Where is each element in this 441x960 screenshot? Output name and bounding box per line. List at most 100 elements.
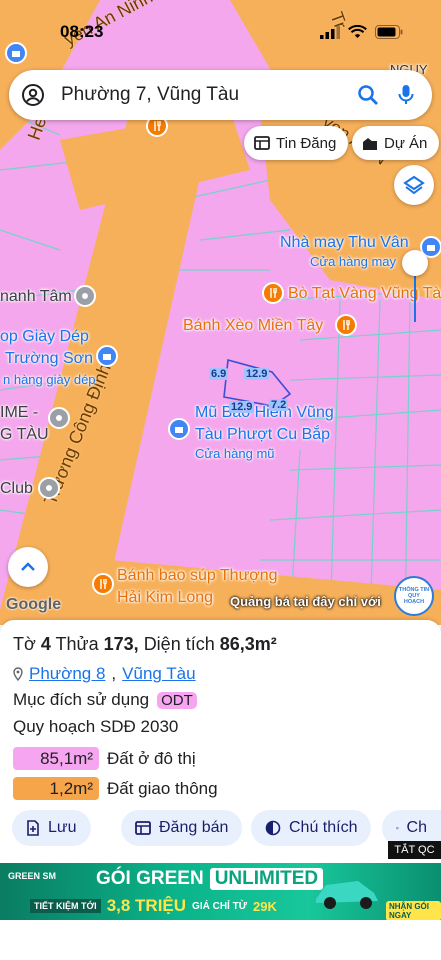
plan-row: Quy hoạch SDĐ 2030 — [13, 717, 178, 737]
ad-headline-b: UNLIMITED — [209, 868, 324, 890]
poi-label[interactable]: Bánh Xèo Miền Tây — [183, 316, 323, 336]
restaurant-pin-icon[interactable] — [92, 573, 114, 595]
location-pin-icon — [13, 667, 23, 681]
helmet-shop-pin-icon[interactable] — [168, 418, 190, 440]
ad-sub-c: GIÁ CHỈ TỪ — [192, 900, 248, 912]
planning-info-badge[interactable]: THÔNG TIN QUY HOẠCH — [394, 576, 434, 616]
place-pin-icon[interactable] — [74, 285, 96, 307]
tin-dang-label: Tin Đăng — [276, 134, 337, 152]
ad-logo: GREEN SM — [8, 871, 56, 881]
area-type-label: Đất ở đô thị — [107, 748, 196, 768]
area-row: 1,2m² Đất giao thông — [13, 777, 218, 800]
area-label: Diện tích — [143, 634, 215, 654]
place-pin-icon[interactable] — [38, 477, 60, 499]
layers-button[interactable] — [394, 165, 434, 205]
poi-label[interactable]: Trường Sơn — [5, 349, 93, 369]
du-an-label: Dự Án — [384, 134, 428, 152]
ad-sub-a: TIẾT KIỆM TỚI — [30, 899, 101, 913]
post-sale-button[interactable]: Đăng bán — [121, 810, 243, 846]
ad-brand: GREEN SM — [8, 871, 57, 881]
restaurant-pin-icon[interactable] — [335, 314, 357, 336]
to-value: 4 — [40, 634, 51, 654]
area-value: 86,3m² — [219, 634, 277, 654]
zoom-slider-knob[interactable] — [402, 250, 428, 276]
status-icons — [320, 25, 403, 39]
poi-label[interactable]: Nhà may Thu Vân — [280, 233, 409, 253]
poi-label[interactable]: G TÀU — [0, 425, 49, 445]
poi-label[interactable]: op Giày Dép — [0, 327, 89, 347]
car-image — [316, 881, 378, 909]
poi-label[interactable]: Bánh bao súp Thượng — [117, 566, 278, 586]
camera-icon — [396, 827, 399, 830]
expand-up-button[interactable] — [8, 547, 48, 587]
poi-sublabel: Cửa hàng mũ — [195, 446, 275, 461]
building-icon — [363, 137, 377, 150]
land-use-label: Mục đích sử dụng — [13, 690, 150, 709]
ad-sub-d: 29K — [253, 898, 277, 914]
city-link[interactable]: Vũng Tàu — [122, 664, 195, 684]
place-pin-icon[interactable] — [48, 407, 70, 429]
parcel-location: Phường 8, Vũng Tàu — [13, 664, 196, 684]
ad-subline: TIẾT KIỆM TỚI 3,8 TRIỆU GIÁ CHỈ TỪ 29K — [30, 896, 277, 916]
save-icon — [27, 820, 39, 836]
chevron-up-icon — [21, 562, 35, 571]
post-sale-label: Đăng bán — [159, 819, 229, 836]
status-bar: 08:23 — [0, 0, 441, 64]
ad-headline: GÓI GREEN UNLIMITED — [96, 868, 324, 890]
shoe-shop-pin-icon[interactable] — [96, 345, 118, 367]
poi-sublabel: Cửa hàng may — [310, 254, 397, 269]
search-bar[interactable]: Phường 7, Vũng Tàu — [9, 70, 432, 120]
poi-label[interactable]: Club — [0, 479, 33, 499]
area-pill: 1,2m² — [13, 777, 99, 800]
bottom-bar — [0, 920, 441, 960]
parcel-dimension-label: 7.2 — [269, 399, 289, 411]
poi-sublabel: n hàng giày dép — [3, 372, 96, 387]
land-use-badge: ODT — [157, 691, 197, 709]
ward-link[interactable]: Phường 8 — [29, 664, 105, 684]
ad-headline-a: GÓI GREEN — [96, 868, 204, 889]
search-input[interactable]: Phường 7, Vũng Tàu — [61, 84, 356, 106]
save-button-label: Lưu — [48, 819, 77, 836]
layers-icon — [403, 175, 425, 195]
thua-label: Thửa — [55, 634, 99, 654]
listing-icon — [254, 136, 270, 150]
wifi-icon — [348, 25, 367, 38]
account-icon[interactable] — [21, 83, 45, 107]
tin-dang-chip[interactable]: Tin Đăng — [244, 126, 349, 160]
battery-icon — [375, 25, 403, 39]
google-logo: Google — [6, 596, 62, 613]
ad-cta[interactable]: NHẬN GÓI NGAY — [386, 901, 441, 920]
status-time: 08:23 — [60, 22, 104, 41]
search-icon[interactable] — [356, 83, 380, 107]
poi-label[interactable]: Bò Tạt Vàng Vũng Tà — [288, 284, 441, 304]
area-type-label: Đất giao thông — [107, 778, 218, 798]
parcel-dimension-label: 12.9 — [229, 401, 255, 413]
contrast-icon — [265, 820, 281, 836]
area-row: 85,1m² Đất ở đô thị — [13, 747, 196, 770]
poi-label[interactable]: Tàu Phượt Cu Bắp — [195, 425, 330, 445]
promo-text[interactable]: Quảng bá tại đây chỉ với — [230, 594, 381, 609]
location-separator: , — [111, 664, 117, 683]
signal-icon — [320, 25, 340, 39]
poi-label[interactable]: IME - — [0, 403, 38, 423]
parcel-dimension-label: 12.9 — [244, 368, 270, 380]
restaurant-pin-icon[interactable] — [262, 282, 284, 304]
thua-value: 173, — [103, 634, 139, 654]
listing-icon — [135, 821, 151, 835]
area-pill: 85,1m² — [13, 747, 99, 770]
poi-label[interactable]: Hải Kim Long — [117, 588, 213, 608]
poi-label[interactable]: nanh Tâm — [0, 287, 72, 307]
ad-sub-b: 3,8 TRIỆU — [106, 896, 187, 915]
capture-label: Ch — [406, 819, 427, 836]
legend-label: Chú thích — [289, 819, 358, 836]
microphone-icon[interactable] — [394, 83, 418, 107]
parcel-title: Tờ 4 Thửa 173, Diện tích 86,3m² — [13, 634, 277, 655]
du-an-chip[interactable]: Dự Án — [352, 126, 440, 160]
close-ad-button[interactable]: TẮT QC — [388, 841, 441, 859]
plan-label: Quy hoạch SDĐ 2030 — [13, 717, 179, 736]
save-button[interactable]: Lưu — [12, 810, 91, 846]
poi-label[interactable]: Mũ Bảo Hiểm Vũng — [195, 403, 334, 423]
ad-banner[interactable]: GREEN SM GÓI GREEN UNLIMITED TIẾT KIỆM T… — [0, 863, 441, 920]
legend-button[interactable]: Chú thích — [251, 810, 372, 846]
planning-info-badge-text: THÔNG TIN QUY HOẠCH — [398, 587, 430, 605]
